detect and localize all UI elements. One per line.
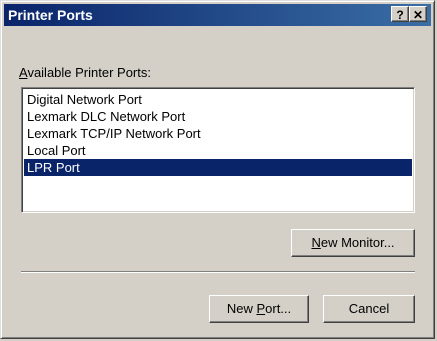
- available-ports-label: Available Printer Ports:: [19, 65, 151, 80]
- list-item-selected[interactable]: LPR Port: [24, 159, 412, 176]
- cancel-button[interactable]: Cancel: [323, 295, 415, 323]
- list-item[interactable]: Lexmark TCP/IP Network Port: [24, 125, 412, 142]
- list-item[interactable]: Local Port: [24, 142, 412, 159]
- label-rest: vailable Printer Ports:: [27, 65, 151, 80]
- new-monitor-button[interactable]: New Monitor...: [291, 229, 415, 257]
- new-monitor-label-rest: ew Monitor...: [320, 235, 395, 250]
- list-item[interactable]: Lexmark DLC Network Port: [24, 108, 412, 125]
- close-button[interactable]: ✕: [409, 6, 427, 22]
- list-item[interactable]: Digital Network Port: [24, 91, 412, 108]
- new-monitor-accelerator: N: [311, 235, 321, 250]
- title-bar[interactable]: Printer Ports ? ✕: [4, 4, 431, 26]
- help-button[interactable]: ?: [391, 6, 409, 22]
- ports-list: Digital Network Port Lexmark DLC Network…: [24, 91, 412, 176]
- printer-ports-dialog: Printer Ports ? ✕ Available Printer Port…: [0, 0, 435, 339]
- new-port-accelerator: P: [256, 301, 266, 316]
- new-port-label-pre: New: [226, 301, 257, 316]
- separator: [21, 271, 415, 273]
- new-port-button[interactable]: New Port...: [209, 295, 309, 323]
- window-title: Printer Ports: [8, 7, 93, 23]
- printer-ports-listbox[interactable]: Digital Network Port Lexmark DLC Network…: [21, 87, 415, 213]
- new-port-label-rest: ort...: [265, 301, 292, 316]
